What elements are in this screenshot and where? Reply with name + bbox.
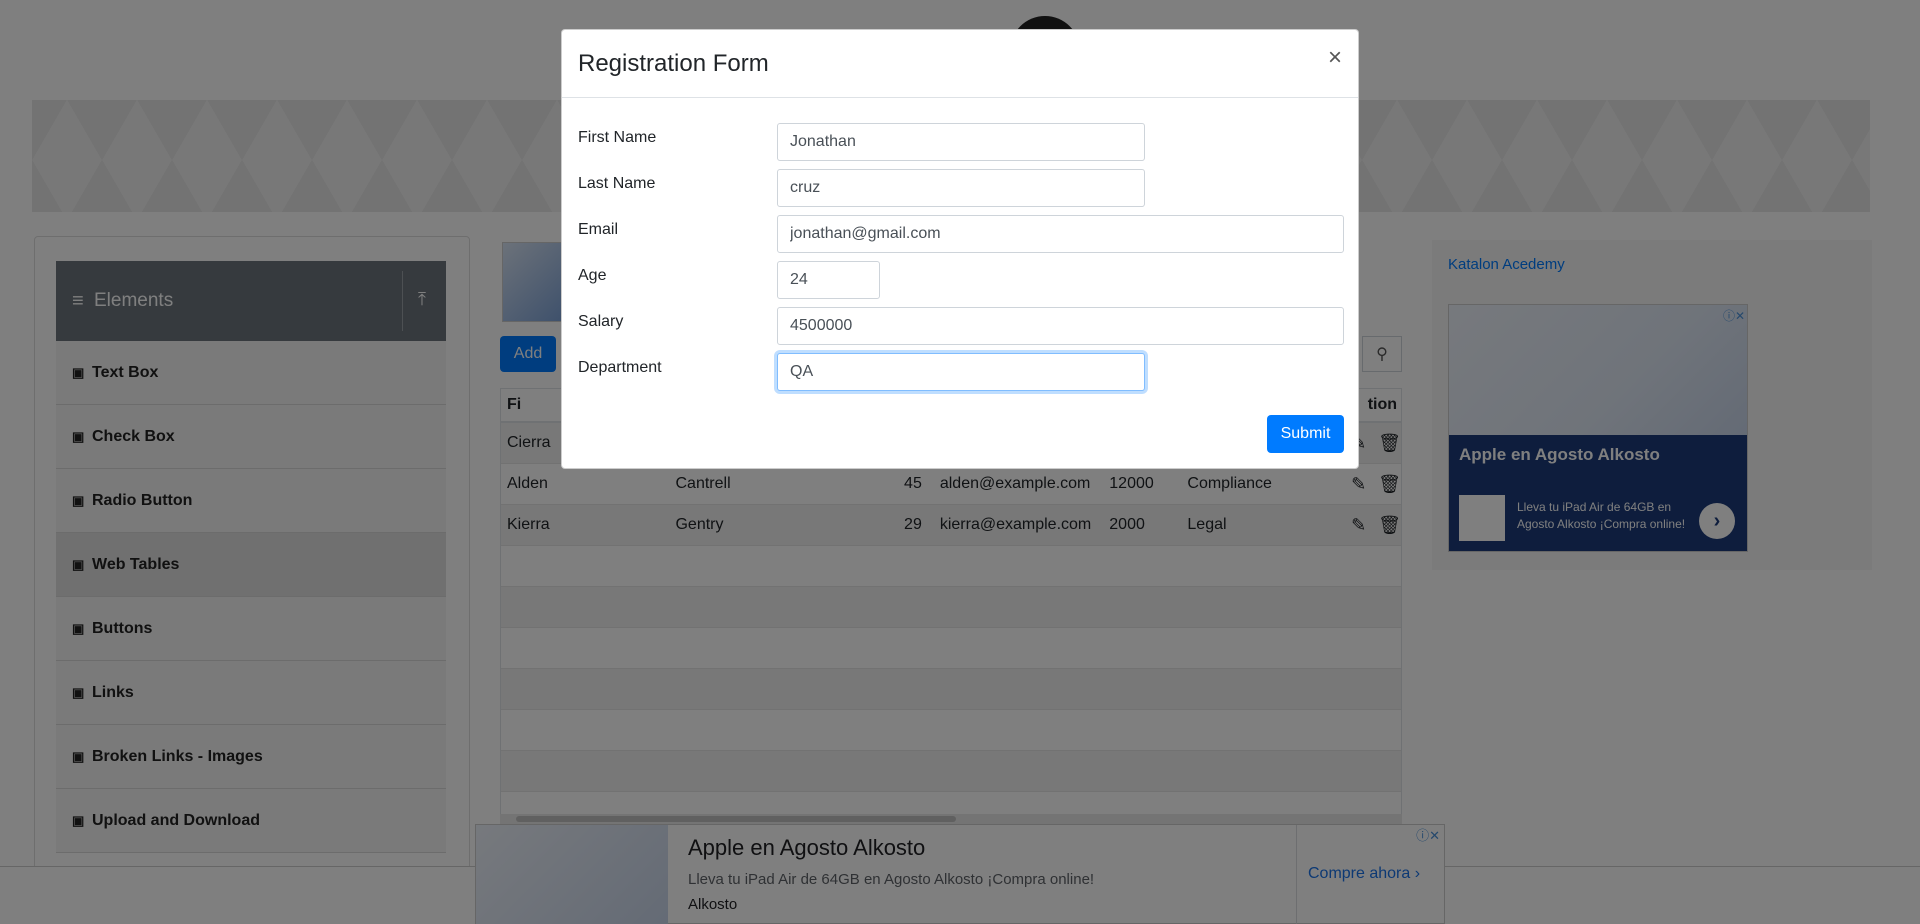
modal-title: Registration Form (578, 50, 769, 77)
modal-header: Registration Form × (562, 30, 1358, 98)
salary-label: Salary (578, 313, 624, 330)
close-icon[interactable]: × (1328, 46, 1342, 70)
submit-button[interactable]: Submit (1267, 415, 1344, 453)
last-name-row: Last Name (578, 169, 1344, 207)
age-row: Age (578, 261, 1344, 299)
email-input[interactable] (777, 215, 1344, 253)
last-name-input[interactable] (777, 169, 1145, 207)
salary-input[interactable] (777, 307, 1344, 345)
first-name-input[interactable] (777, 123, 1145, 161)
salary-row: Salary (578, 307, 1344, 345)
registration-form-modal: Registration Form × First Name Last Name… (561, 29, 1359, 469)
age-label: Age (578, 267, 607, 284)
email-row: Email (578, 215, 1344, 253)
first-name-row: First Name (578, 123, 1344, 161)
department-label: Department (578, 359, 662, 376)
age-input[interactable] (777, 261, 880, 299)
email-label: Email (578, 221, 619, 238)
department-row: Department (578, 353, 1344, 391)
last-name-label: Last Name (578, 175, 656, 192)
department-input[interactable] (777, 353, 1145, 391)
first-name-label: First Name (578, 129, 657, 146)
